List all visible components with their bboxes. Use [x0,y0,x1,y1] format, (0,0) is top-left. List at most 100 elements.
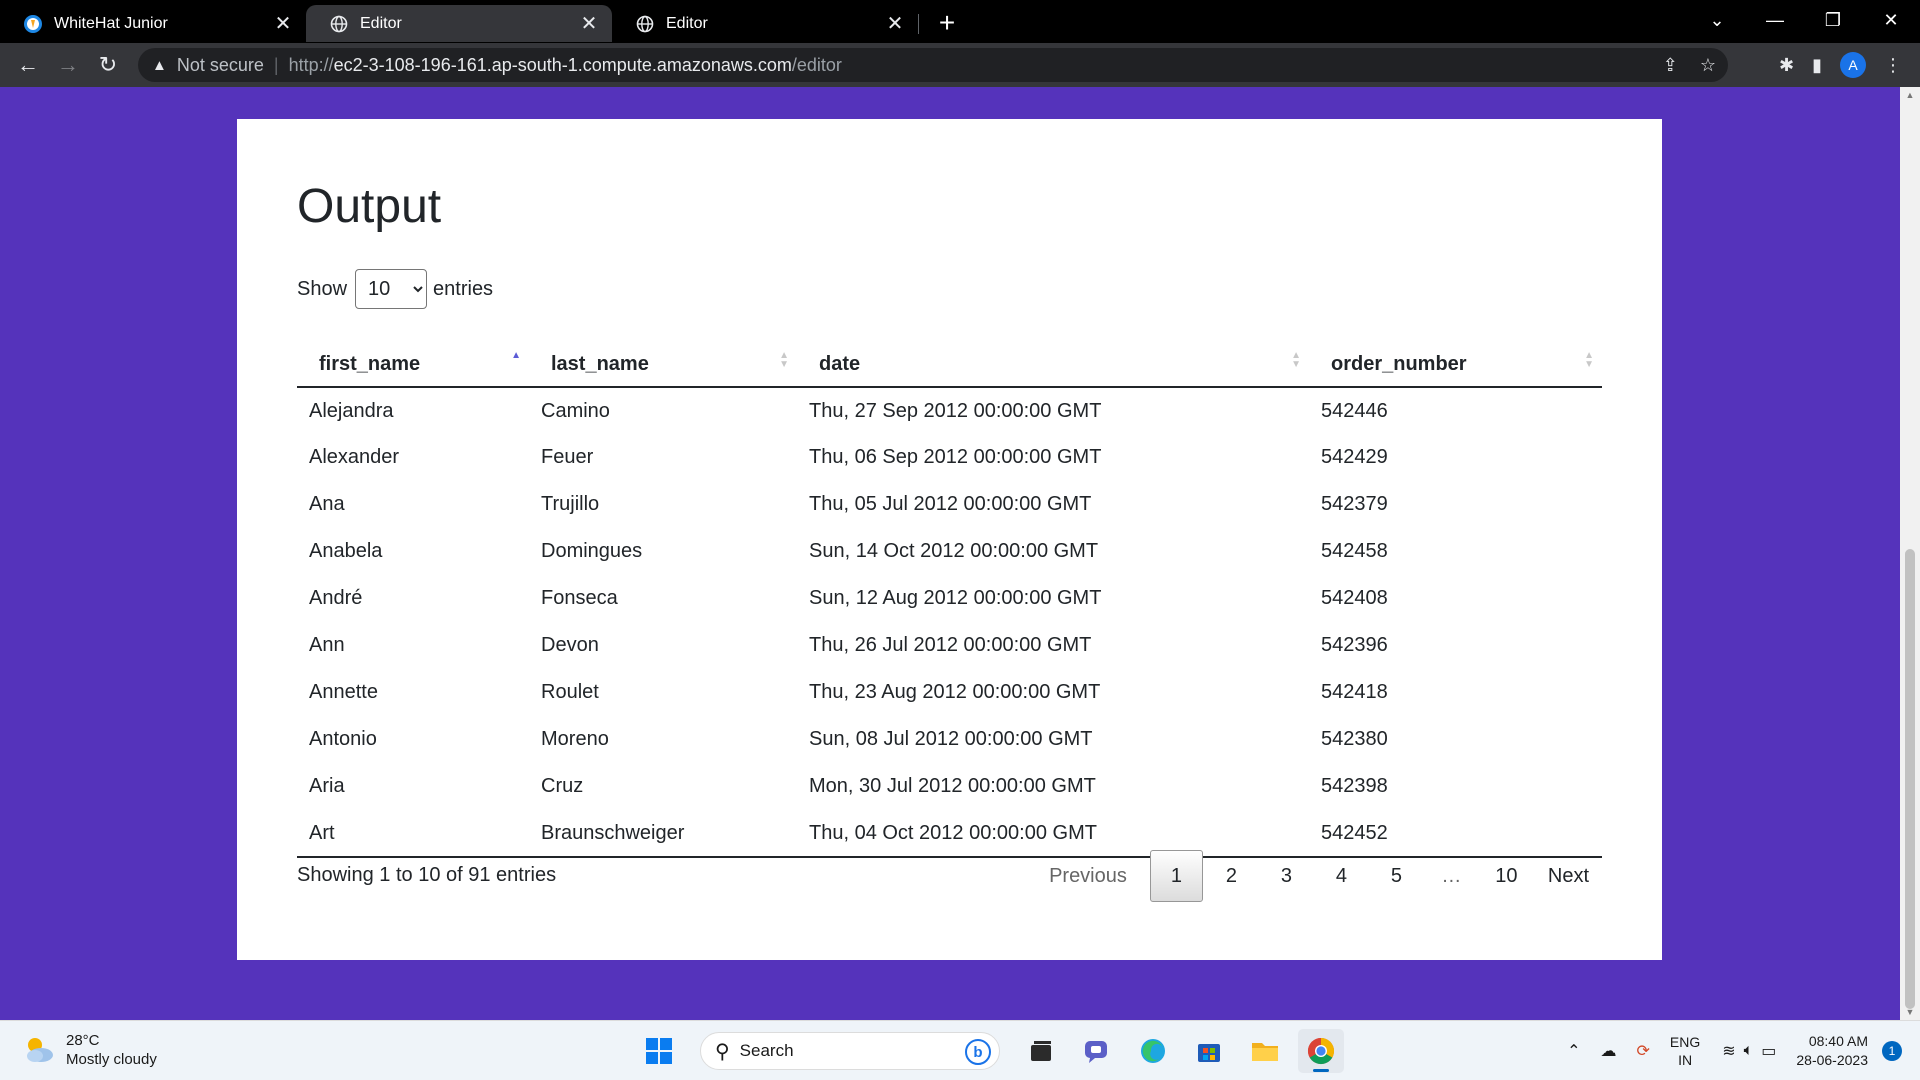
battery-icon[interactable]: ▭ [1761,1041,1776,1061]
page-button-2[interactable]: 2 [1205,850,1258,902]
page-scrollbar[interactable]: ▲ ▼ [1900,87,1920,1020]
share-icon[interactable]: ⇪ [1663,55,1678,76]
entries-length-control: Show 102550100 entries [297,269,493,309]
page-button-4[interactable]: 4 [1315,850,1368,902]
cell-order-number: 542379 [1321,493,1388,515]
whitehat-favicon [24,14,42,33]
close-icon[interactable]: ✕ [578,13,600,35]
column-label: order_number [1331,353,1467,375]
chevron-up-icon[interactable]: ⌃ [1567,1041,1580,1061]
cell-order-number: 542408 [1321,587,1388,609]
reload-button[interactable]: ↻ [88,45,128,85]
entries-label: entries [433,277,494,300]
onedrive-cloud-icon[interactable]: ☁ [1600,1041,1616,1061]
tab-strip: WhiteHat Junior ✕ Editor ✕ Editor ✕ + ⌄ … [0,0,1920,43]
header-row: first_name ▲ ▼ last_name ▲ ▼ date ▲ ▼ order… [297,329,1602,388]
cell-last-name: Cruz [541,775,584,797]
scroll-down-arrow-icon[interactable]: ▼ [1900,1004,1920,1020]
table-row: André Fonseca Sun, 12 Aug 2012 00:00:00 GM… [297,575,1602,622]
cell-first-name: Annette [309,681,378,703]
wifi-icon[interactable]: ≋ [1722,1041,1735,1061]
close-window-button[interactable]: ✕ [1862,0,1920,40]
pagination: Previous 1 2 3 4 5 … 10 Next [1034,850,1602,902]
column-header-date[interactable]: date ▲ ▼ [797,329,1309,388]
url-scheme: http:// [288,54,334,75]
security-label[interactable]: Not secure [177,55,264,76]
cell-last-name: Trujillo [541,493,600,515]
language-code: ENG [1669,1034,1701,1050]
data-table: first_name ▲ ▼ last_name ▲ ▼ date ▲ ▼ order… [297,329,1602,858]
taskbar-search-input[interactable]: ⚲ Search b [700,1032,1000,1070]
language-indicator[interactable]: ENG IN [1670,1033,1700,1069]
tab-whitehat-junior[interactable]: WhiteHat Junior ✕ [0,5,306,42]
table-row: Ann Devon Thu, 26 Jul 2012 00:00:00 GMT 542… [297,622,1602,669]
edge-browser-icon[interactable] [1130,1029,1176,1073]
weather-widget[interactable]: 28°C Mostly cloudy [22,1031,157,1069]
sort-ascending-icon: ▲ ▼ [511,350,521,370]
bookmark-star-icon[interactable]: ☆ [1700,55,1716,76]
side-panel-icon[interactable]: ▮ [1812,55,1822,76]
column-header-order-number[interactable]: order_number ▲ ▼ [1309,329,1602,388]
file-explorer-icon[interactable] [1242,1029,1288,1073]
cell-date: Thu, 23 Aug 2012 00:00:00 GMT [809,681,1101,703]
column-label: last_name [551,353,649,375]
cell-first-name: Antonio [309,728,377,750]
restore-button[interactable]: ❐ [1804,0,1862,40]
column-label: date [819,353,861,375]
chrome-browser-icon[interactable] [1298,1029,1344,1073]
page-button-3[interactable]: 3 [1260,850,1313,902]
url-host: ec2-3-108-196-161.ap-south-1.compute.ama… [333,54,792,75]
address-bar[interactable]: ▲ Not secure | http://ec2-3-108-196-161.… [138,48,1728,82]
task-view-icon[interactable] [1018,1029,1064,1073]
forward-button[interactable]: → [48,45,88,85]
column-header-last-name[interactable]: last_name ▲ ▼ [529,329,797,388]
menu-kebab-icon[interactable]: ⋮ [1884,55,1902,76]
tab-editor-active[interactable]: Editor ✕ [306,5,612,42]
divider: | [273,54,279,75]
cell-date: Thu, 05 Jul 2012 00:00:00 GMT [809,493,1092,515]
warning-triangle-icon[interactable]: ▲ [152,57,167,74]
scrollbar-thumb[interactable] [1905,549,1915,1009]
minimize-button[interactable]: — [1746,0,1804,40]
new-tab-button[interactable]: + [929,5,965,41]
tab-title: WhiteHat Junior [54,14,168,32]
cell-order-number: 542418 [1321,681,1388,703]
date: 28-06-2023 [1796,1052,1868,1068]
close-icon[interactable]: ✕ [884,13,906,35]
table-row: Ana Trujillo Thu, 05 Jul 2012 00:00:00 GMT… [297,481,1602,528]
column-label: first_name [319,353,421,375]
cell-last-name: Camino [541,399,610,422]
back-button[interactable]: ← [8,45,48,85]
notification-badge[interactable]: 1 [1882,1041,1902,1061]
previous-button[interactable]: Previous [1036,850,1140,902]
scroll-up-arrow-icon[interactable]: ▲ [1900,87,1920,103]
windows-start-icon[interactable] [636,1029,682,1073]
table-row: Alejandra Camino Thu, 27 Sep 2012 00:00:00… [297,387,1602,434]
page-button-5[interactable]: 5 [1370,850,1423,902]
cell-first-name: Art [297,810,529,858]
entries-select[interactable]: 102550100 [355,269,428,309]
bing-icon[interactable]: b [965,1039,991,1065]
close-icon[interactable]: ✕ [272,13,294,35]
extensions-puzzle-icon[interactable]: ✱ [1779,55,1794,76]
profile-avatar[interactable]: A [1840,52,1866,78]
cell-first-name: Anabela [309,540,383,562]
volume-icon[interactable]: 🔈︎ [1744,1042,1754,1060]
cell-last-name: Domingues [541,540,643,562]
page-button-10[interactable]: 10 [1480,850,1533,902]
teams-chat-icon[interactable] [1074,1029,1120,1073]
clock[interactable]: 08:40 AM 28-06-2023 [1796,1032,1868,1070]
table-row: Annette Roulet Thu, 23 Aug 2012 00:00:00 G… [297,669,1602,716]
column-header-first-name[interactable]: first_name ▲ ▼ [297,329,529,388]
search-icon: ⚲ [715,1040,730,1063]
sync-icon[interactable]: ⟳ [1636,1041,1649,1061]
cell-date: Thu, 26 Jul 2012 00:00:00 GMT [809,634,1092,656]
page-button-1[interactable]: 1 [1149,850,1203,902]
tab-separator [918,14,919,34]
microsoft-store-icon[interactable] [1186,1029,1232,1073]
next-button[interactable]: Next [1535,850,1602,902]
cell-first-name: Ana [309,493,345,515]
tab-editor[interactable]: Editor ✕ [612,5,918,42]
cell-last-name: Roulet [541,681,599,703]
tab-search-chevron-icon[interactable]: ⌄ [1688,0,1746,40]
